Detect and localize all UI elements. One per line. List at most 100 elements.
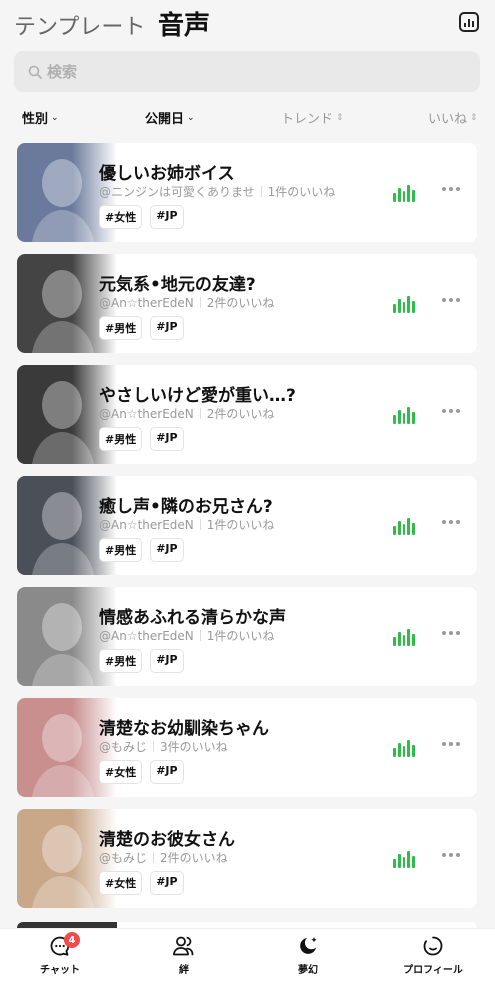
filter-trend[interactable]: トレンド ⇕ xyxy=(281,108,344,127)
more-options-icon[interactable] xyxy=(442,631,460,635)
nav-dream-label: 夢幻 xyxy=(298,965,318,976)
filter-date[interactable]: 公開日 ⌄ xyxy=(145,108,195,127)
tag-gender[interactable]: #男性 xyxy=(99,538,143,562)
voice-card[interactable]: 優しいお姉ボイス @ニンジンは可愛くありませ 1件のいいね #女性 #JP xyxy=(17,143,477,242)
filter-likes[interactable]: いいね ⇕ xyxy=(428,108,478,127)
voice-title: 清楚なお幼馴染ちゃん xyxy=(99,719,269,739)
play-voice-icon[interactable] xyxy=(393,405,415,424)
tag-gender[interactable]: #男性 xyxy=(99,649,143,673)
chevron-down-icon: ⌄ xyxy=(51,112,59,123)
nav-profile-label: プロフィール xyxy=(403,965,463,976)
author-name: @ニンジンは可愛くありませ xyxy=(99,185,255,199)
voice-title: 優しいお姉ボイス xyxy=(99,164,235,184)
author-name: @An☆therEdeN xyxy=(99,628,194,643)
meta-divider xyxy=(153,741,155,752)
tab-template[interactable]: テンプレート xyxy=(14,9,145,41)
nav-chat-label: チャット xyxy=(40,965,80,976)
header: テンプレート 音声 xyxy=(0,0,495,48)
author-name: @An☆therEdeN xyxy=(99,406,194,421)
like-count: 1件のいいね xyxy=(267,185,336,199)
voice-card[interactable]: 情感あふれる清らかな声 @An☆therEdeN 1件のいいね #男性 #JP xyxy=(17,587,477,686)
author-name: @もみじ xyxy=(99,740,148,754)
play-voice-icon[interactable] xyxy=(393,183,415,202)
like-count: 2件のいいね xyxy=(206,296,275,310)
people-icon xyxy=(173,936,194,956)
voice-title: 清楚のお彼女さん xyxy=(99,830,235,850)
filter-gender[interactable]: 性別 ⌄ xyxy=(22,108,59,127)
voice-card[interactable]: やさしいけど愛が重い…? @An☆therEdeN 2件のいいね #男性 #JP xyxy=(17,365,477,464)
filter-trend-label: トレンド xyxy=(281,112,334,127)
tag-list: #男性 #JP xyxy=(99,427,184,451)
nav-dream[interactable]: 夢幻 xyxy=(268,935,348,976)
meta-divider xyxy=(199,297,201,308)
tag-language[interactable]: #JP xyxy=(150,205,184,229)
filter-date-label: 公開日 xyxy=(145,112,185,127)
voice-meta: @An☆therEdeN 1件のいいね xyxy=(99,516,274,533)
nav-profile[interactable]: プロフィール xyxy=(393,935,473,976)
tag-list: #女性 #JP xyxy=(99,760,184,784)
bottom-nav: 4 チャット 絆 夢幻 プロフィール xyxy=(0,928,495,982)
tag-gender[interactable]: #男性 xyxy=(99,427,143,451)
nav-chat[interactable]: 4 チャット xyxy=(20,932,100,976)
chat-badge: 4 xyxy=(64,932,80,948)
tag-list: #男性 #JP xyxy=(99,538,184,562)
search-placeholder: 検索 xyxy=(47,63,78,81)
tag-language[interactable]: #JP xyxy=(150,649,184,673)
tag-gender[interactable]: #女性 xyxy=(99,871,143,895)
play-voice-icon[interactable] xyxy=(393,738,415,757)
voice-card[interactable]: 清楚のお彼女さん @もみじ 2件のいいね #女性 #JP xyxy=(17,809,477,908)
tag-gender[interactable]: #男性 xyxy=(99,316,143,340)
profile-icon xyxy=(423,936,443,956)
meta-divider xyxy=(153,852,155,863)
voice-title: 元気系•地元の友達? xyxy=(99,275,256,295)
nav-bond-label: 絆 xyxy=(179,965,189,976)
meta-divider xyxy=(260,186,262,197)
filter-bar: 性別 ⌄ 公開日 ⌄ トレンド ⇕ いいね ⇕ xyxy=(0,108,495,128)
voice-meta: @もみじ 3件のいいね xyxy=(99,738,228,755)
author-name: @An☆therEdeN xyxy=(99,295,194,310)
filter-gender-label: 性別 xyxy=(22,112,49,127)
chevron-down-icon: ⌄ xyxy=(187,112,195,123)
voice-meta: @An☆therEdeN 2件のいいね xyxy=(99,294,274,311)
voice-meta: @An☆therEdeN 2件のいいね xyxy=(99,405,274,422)
tag-language[interactable]: #JP xyxy=(150,871,184,895)
search-icon xyxy=(28,65,42,79)
nav-bond[interactable]: 絆 xyxy=(144,935,224,976)
tag-list: #男性 #JP xyxy=(99,649,184,673)
more-options-icon[interactable] xyxy=(442,520,460,524)
more-options-icon[interactable] xyxy=(442,742,460,746)
voice-title: やさしいけど愛が重い…? xyxy=(99,386,296,406)
meta-divider xyxy=(199,408,201,419)
tag-language[interactable]: #JP xyxy=(150,538,184,562)
voice-card[interactable]: 清楚なお幼馴染ちゃん @もみじ 3件のいいね #女性 #JP xyxy=(17,698,477,797)
more-options-icon[interactable] xyxy=(442,409,460,413)
more-options-icon[interactable] xyxy=(442,298,460,302)
sort-icon: ⇕ xyxy=(470,112,478,123)
play-voice-icon[interactable] xyxy=(393,849,415,868)
more-options-icon[interactable] xyxy=(442,187,460,191)
voice-meta: @An☆therEdeN 1件のいいね xyxy=(99,627,274,644)
like-count: 3件のいいね xyxy=(160,740,228,754)
tag-gender[interactable]: #女性 xyxy=(99,760,143,784)
tag-list: #女性 #JP xyxy=(99,871,184,895)
like-count: 1件のいいね xyxy=(206,629,275,643)
author-name: @もみじ xyxy=(99,851,148,865)
tag-language[interactable]: #JP xyxy=(150,427,184,451)
tag-language[interactable]: #JP xyxy=(150,760,184,784)
play-voice-icon[interactable] xyxy=(393,516,415,535)
tag-language[interactable]: #JP xyxy=(150,316,184,340)
search-input[interactable]: 検索 xyxy=(14,51,480,92)
voice-card[interactable]: 癒し声•隣のお兄さん? @An☆therEdeN 1件のいいね #男性 #JP xyxy=(17,476,477,575)
voice-card[interactable]: 元気系•地元の友達? @An☆therEdeN 2件のいいね #男性 #JP xyxy=(17,254,477,353)
author-name: @An☆therEdeN xyxy=(99,517,194,532)
tab-voice[interactable]: 音声 xyxy=(158,5,210,42)
bar-chart-icon[interactable] xyxy=(459,12,479,32)
play-voice-icon[interactable] xyxy=(393,627,415,646)
like-count: 1件のいいね xyxy=(206,518,275,532)
tag-gender[interactable]: #女性 xyxy=(99,205,143,229)
meta-divider xyxy=(199,630,201,641)
play-voice-icon[interactable] xyxy=(393,294,415,313)
voice-title: 癒し声•隣のお兄さん? xyxy=(99,497,273,517)
tag-list: #女性 #JP xyxy=(99,205,184,229)
more-options-icon[interactable] xyxy=(442,853,460,857)
